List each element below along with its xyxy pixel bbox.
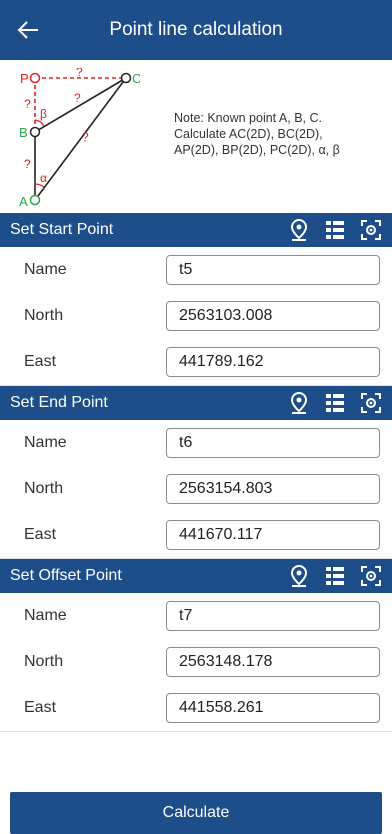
start-location-button[interactable] — [284, 215, 314, 245]
start-north-row: North 2563103.008 — [0, 293, 392, 340]
offset-north-field[interactable]: 2563148.178 — [166, 647, 380, 677]
section-end-point-label: Set End Point — [10, 394, 108, 411]
section-offset-point-label: Set Offset Point — [10, 567, 122, 584]
scan-icon — [361, 566, 381, 586]
offset-east-row: East 441558.261 — [0, 685, 392, 732]
note-text: Note: Known point A, B, C. Calculate AC(… — [174, 110, 384, 158]
start-name-label: Name — [24, 261, 67, 278]
label-bc-unknown: ? — [74, 91, 81, 105]
scan-icon — [361, 220, 381, 240]
offset-north-label: North — [24, 653, 64, 670]
label-alpha: α — [40, 171, 47, 185]
start-list-button[interactable] — [320, 215, 350, 245]
point-line-diagram: P C B A β α ? ? ? ? ? — [19, 68, 140, 208]
page-title: Point line calculation — [109, 19, 283, 40]
list-icon — [326, 394, 344, 412]
label-a: A — [19, 194, 28, 208]
start-scan-button[interactable] — [356, 215, 386, 245]
start-name-row: Name t5 — [0, 247, 392, 294]
start-east-field[interactable]: 441789.162 — [166, 347, 380, 377]
offset-east-label: East — [24, 699, 57, 716]
end-north-field[interactable]: 2563154.803 — [166, 474, 380, 504]
end-north-row: North 2563154.803 — [0, 466, 392, 513]
end-north-label: North — [24, 480, 64, 497]
label-beta: β — [40, 107, 47, 121]
end-name-field[interactable]: t6 — [166, 428, 380, 458]
top-bar: Point line calculation — [0, 0, 392, 60]
section-end-point: Set End Point — [0, 386, 392, 420]
note-line-3: AP(2D), BP(2D), PC(2D), α, β — [174, 143, 340, 157]
end-east-label: East — [24, 526, 57, 543]
start-north-label: North — [24, 307, 64, 324]
offset-scan-button[interactable] — [356, 561, 386, 591]
location-pin-icon — [290, 564, 308, 587]
end-name-label: Name — [24, 434, 67, 451]
label-ab-unknown: ? — [24, 157, 31, 171]
label-pc-unknown: ? — [76, 68, 83, 79]
label-pb-unknown: ? — [24, 97, 31, 111]
offset-location-button[interactable] — [284, 561, 314, 591]
location-pin-icon — [290, 391, 308, 414]
label-b: B — [19, 125, 28, 140]
location-pin-icon — [290, 218, 308, 241]
end-list-button[interactable] — [320, 388, 350, 418]
note-line-2: Calculate AC(2D), BC(2D), — [174, 127, 323, 141]
label-p: P — [20, 71, 29, 86]
start-name-field[interactable]: t5 — [166, 255, 380, 285]
offset-north-row: North 2563148.178 — [0, 639, 392, 686]
calculate-button[interactable]: Calculate — [10, 792, 382, 834]
offset-list-button[interactable] — [320, 561, 350, 591]
section-start-point-label: Set Start Point — [10, 221, 114, 238]
offset-name-field[interactable]: t7 — [166, 601, 380, 631]
list-icon — [326, 567, 344, 585]
end-east-field[interactable]: 441670.117 — [166, 520, 380, 550]
start-east-row: East 441789.162 — [0, 339, 392, 386]
label-ac-unknown: ? — [82, 130, 89, 144]
list-icon — [326, 221, 344, 239]
scan-icon — [361, 393, 381, 413]
end-location-button[interactable] — [284, 388, 314, 418]
note-line-1: Note: Known point A, B, C. — [174, 111, 322, 125]
end-east-row: East 441670.117 — [0, 512, 392, 559]
end-name-row: Name t6 — [0, 420, 392, 467]
end-scan-button[interactable] — [356, 388, 386, 418]
section-offset-point: Set Offset Point — [0, 559, 392, 593]
label-c: C — [132, 71, 140, 86]
start-east-label: East — [24, 353, 57, 370]
start-north-field[interactable]: 2563103.008 — [166, 301, 380, 331]
offset-name-row: Name t7 — [0, 593, 392, 640]
offset-east-field[interactable]: 441558.261 — [166, 693, 380, 723]
section-start-point: Set Start Point — [0, 213, 392, 247]
offset-name-label: Name — [24, 607, 67, 624]
